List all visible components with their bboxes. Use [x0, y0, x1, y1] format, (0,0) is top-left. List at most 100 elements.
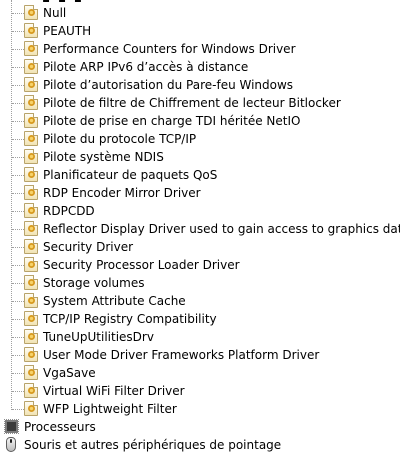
tree-item-driver[interactable]: Pilote ARP IPv6 d’accès à distance: [0, 58, 400, 76]
device-driver-icon: [24, 401, 38, 416]
tree-connector: [12, 211, 24, 212]
tree-item-driver[interactable]: Security Driver: [0, 238, 400, 256]
device-driver-icon: [24, 77, 38, 92]
device-driver-icon: [24, 365, 38, 380]
tree-item-driver[interactable]: TCP/IP Registry Compatibility: [0, 310, 400, 328]
tree-connector: [12, 337, 24, 338]
tree-item-driver[interactable]: Performance Counters for Windows Driver: [0, 40, 400, 58]
tree-item-label: PEAUTH: [43, 24, 92, 38]
tree-item-driver[interactable]: PEAUTH: [0, 22, 400, 40]
tree-item-label: Security Driver: [43, 240, 134, 254]
tree-connector: [12, 301, 24, 302]
tree-item-driver[interactable]: Pilote système NDIS: [0, 148, 400, 166]
tree-item-driver[interactable]: VgaSave: [0, 364, 400, 382]
tree-item-label: Performance Counters for Windows Driver: [43, 42, 296, 56]
tree-item-label: Pilote de prise en charge TDI héritée Ne…: [43, 114, 301, 128]
device-driver-icon: [24, 239, 38, 254]
tree-category-label: Souris et autres périphériques de pointa…: [24, 438, 282, 452]
tree-item-driver[interactable]: RDPCDD: [0, 202, 400, 220]
tree-item-label: WFP Lightweight Filter: [43, 402, 177, 416]
tree-connector: [12, 85, 24, 86]
tree-item-label: Pilote du protocole TCP/IP: [43, 132, 197, 146]
tree-item-driver[interactable]: System Attribute Cache: [0, 292, 400, 310]
tree-connector: [12, 31, 24, 32]
mouse-icon: [6, 437, 16, 452]
device-driver-icon: [24, 311, 38, 326]
device-driver-icon: [24, 95, 38, 110]
tree-item-label: Virtual WiFi Filter Driver: [43, 384, 185, 398]
tree-connector: [12, 391, 24, 392]
tree-item-label: Null: [43, 6, 67, 20]
tree-item-driver[interactable]: Virtual WiFi Filter Driver: [0, 382, 400, 400]
device-driver-icon: [24, 5, 38, 20]
tree-connector: [12, 193, 24, 194]
device-driver-icon: [24, 221, 38, 236]
device-driver-icon: [24, 257, 38, 272]
tree-item-label: User Mode Driver Frameworks Platform Dri…: [43, 348, 320, 362]
device-driver-icon: [24, 131, 38, 146]
processor-icon: [4, 419, 19, 434]
tree-connector: [12, 157, 24, 158]
tree-item-label: TCP/IP Registry Compatibility: [43, 312, 217, 326]
tree-item-label: RDPCDD: [43, 204, 95, 218]
tree-item-driver[interactable]: Security Processor Loader Driver: [0, 256, 400, 274]
tree-connector: [12, 265, 24, 266]
tree-connector: [12, 319, 24, 320]
tree-item-driver[interactable]: Pilote de filtre de Chiffrement de lecte…: [0, 94, 400, 112]
tree-item-driver[interactable]: Null: [0, 4, 400, 22]
tree-item-label: Pilote d’autorisation du Pare-feu Window…: [43, 78, 294, 92]
device-driver-icon: [24, 167, 38, 182]
tree-connector: [12, 355, 24, 356]
tree-item-label: RDP Encoder Mirror Driver: [43, 186, 201, 200]
tree-item-label: Storage volumes: [43, 276, 145, 290]
tree-connector: [12, 139, 24, 140]
tree-item-driver[interactable]: Pilote du protocole TCP/IP: [0, 130, 400, 148]
tree-item-label: Planificateur de paquets QoS: [43, 168, 218, 182]
tree-category-processors[interactable]: Processeurs: [0, 418, 400, 436]
device-driver-icon: [24, 23, 38, 38]
device-driver-icon: [24, 293, 38, 308]
tree-item-label: Reflector Display Driver used to gain ac…: [43, 222, 400, 236]
tree-item-driver[interactable]: Planificateur de paquets QoS: [0, 166, 400, 184]
tree-item-driver[interactable]: WFP Lightweight Filter: [0, 400, 400, 418]
tree-connector: [12, 409, 24, 410]
tree-connector: [12, 229, 24, 230]
tree-item-driver[interactable]: Storage volumes: [0, 274, 400, 292]
tree-item-label: Security Processor Loader Driver: [43, 258, 240, 272]
tree-connector: [12, 67, 24, 68]
tree-item-label: System Attribute Cache: [43, 294, 186, 308]
device-driver-icon: [24, 275, 38, 290]
tree-item-driver[interactable]: Pilote d’autorisation du Pare-feu Window…: [0, 76, 400, 94]
tree-item-label: TuneUpUtilitiesDrv: [43, 330, 154, 344]
device-driver-icon: [24, 203, 38, 218]
tree-item-driver[interactable]: TuneUpUtilitiesDrv: [0, 328, 400, 346]
tree-item-driver[interactable]: RDP Encoder Mirror Driver: [0, 184, 400, 202]
device-driver-icon: [24, 383, 38, 398]
tree-item-driver[interactable]: Pilote de prise en charge TDI héritée Ne…: [0, 112, 400, 130]
clipped-previous-row: ▪ ▪ ▪: [42, 0, 84, 2]
tree-connector: [12, 175, 24, 176]
tree-connector: [12, 103, 24, 104]
device-manager-tree: ▪ ▪ ▪ Null PEAUTH Performance Counters f…: [0, 0, 400, 458]
device-driver-icon: [24, 347, 38, 362]
tree-category-pointing-devices[interactable]: Souris et autres périphériques de pointa…: [0, 436, 400, 454]
tree-connector: [12, 121, 24, 122]
tree-connector: [12, 49, 24, 50]
device-driver-icon: [24, 113, 38, 128]
tree-category-label: Processeurs: [24, 420, 96, 434]
tree-connector: [12, 283, 24, 284]
device-driver-icon: [24, 185, 38, 200]
device-driver-icon: [24, 329, 38, 344]
tree-item-label: Pilote ARP IPv6 d’accès à distance: [43, 60, 249, 74]
tree-connector: [12, 13, 24, 14]
device-driver-icon: [24, 41, 38, 56]
device-driver-icon: [24, 59, 38, 74]
tree-connector: [12, 247, 24, 248]
tree-item-label: Pilote de filtre de Chiffrement de lecte…: [43, 96, 341, 110]
tree-item-driver[interactable]: User Mode Driver Frameworks Platform Dri…: [0, 346, 400, 364]
device-driver-icon: [24, 149, 38, 164]
tree-connector: [12, 373, 24, 374]
tree-item-driver[interactable]: Reflector Display Driver used to gain ac…: [0, 220, 400, 238]
tree-item-label: VgaSave: [43, 366, 96, 380]
tree-item-label: Pilote système NDIS: [43, 150, 164, 164]
